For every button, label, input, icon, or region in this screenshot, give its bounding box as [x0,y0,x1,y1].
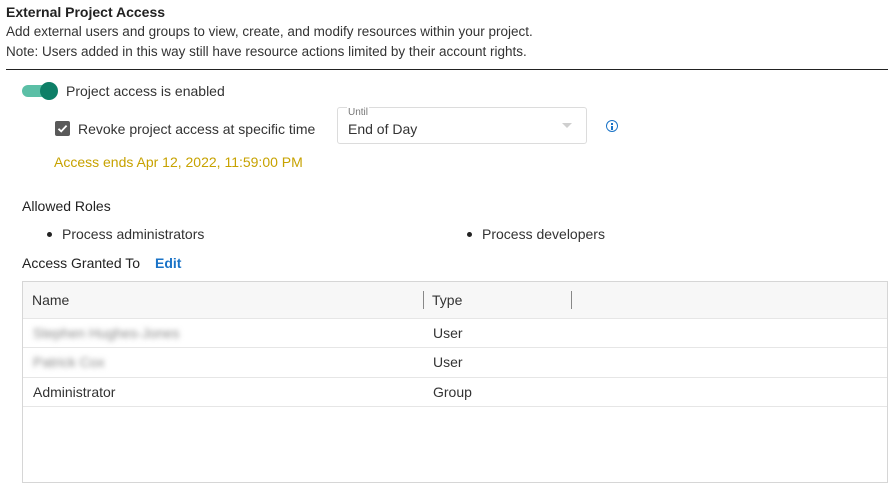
revoke-checkbox[interactable] [55,121,70,136]
bullet [467,231,472,237]
checkmark-icon [57,124,68,133]
table-header: Name Type [23,282,887,318]
bullet [47,231,52,237]
until-select-label: Until [347,107,370,118]
access-granted-title: Access Granted To [22,255,141,271]
role-item: Process developers [467,226,605,242]
toggle-label: Project access is enabled [66,83,225,99]
section-divider [6,69,888,70]
edit-link[interactable]: Edit [155,255,181,271]
until-select-value: End of Day [348,121,418,137]
access-ends-text: Access ends Apr 12, 2022, 11:59:00 PM [54,154,303,170]
chevron-down-icon [562,123,572,128]
cell-type: User [433,354,463,370]
role-item: Process administrators [47,226,204,242]
until-select[interactable]: Until End of Day [337,107,587,144]
table-row[interactable]: Administrator Group [23,377,887,407]
cell-type: User [433,325,463,341]
description-line-1: Add external users and groups to view, c… [6,24,533,39]
role-label: Process developers [482,226,605,242]
toggle-knob [40,82,58,100]
allowed-roles-title: Allowed Roles [22,198,111,214]
revoke-checkbox-label: Revoke project access at specific time [78,121,316,137]
access-table: Name Type Stephen Hughes-Jones User Patr… [22,281,888,483]
cell-type: Group [433,384,472,400]
project-access-toggle[interactable] [22,82,58,100]
cell-name: Patrick Cox [33,354,105,370]
column-resize-handle[interactable] [423,291,424,309]
column-header-name[interactable]: Name [32,292,69,308]
description-line-2: Note: Users added in this way still have… [6,44,527,59]
role-label: Process administrators [62,226,205,242]
info-icon[interactable] [606,120,618,132]
table-row[interactable]: Patrick Cox User [23,347,887,377]
cell-name: Administrator [33,384,116,400]
section-title: External Project Access [6,4,166,20]
column-header-type[interactable]: Type [432,292,462,308]
cell-name: Stephen Hughes-Jones [33,325,180,341]
column-resize-handle[interactable] [571,291,572,309]
table-row[interactable]: Stephen Hughes-Jones User [23,318,887,348]
